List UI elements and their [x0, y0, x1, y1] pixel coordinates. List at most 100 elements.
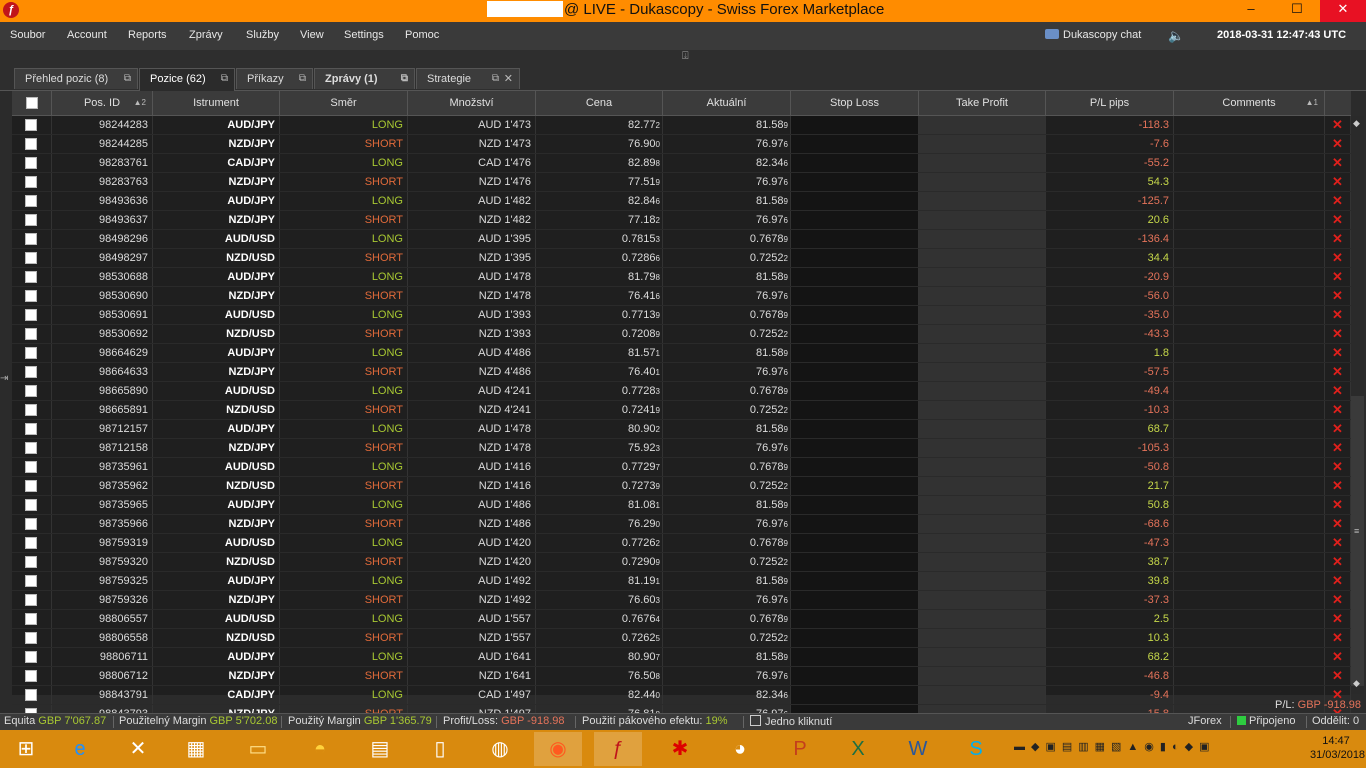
comments-cell[interactable]: [1174, 496, 1325, 514]
row-checkbox[interactable]: [25, 442, 37, 454]
row-checkbox[interactable]: [25, 423, 37, 435]
notepad-icon[interactable]: ▯: [416, 732, 464, 766]
row-checkbox[interactable]: [25, 366, 37, 378]
stop-loss-cell[interactable]: [791, 420, 919, 438]
close-position-icon[interactable]: ✕: [1325, 534, 1351, 552]
expand-left-icon[interactable]: ⇥: [0, 373, 8, 384]
jforex-icon[interactable]: ƒ: [594, 732, 642, 766]
take-profit-cell[interactable]: [919, 325, 1046, 343]
close-position-icon[interactable]: ✕: [1325, 135, 1351, 153]
tab-pozice[interactable]: Pozice (62) ⧉: [139, 68, 235, 91]
paint-icon[interactable]: ◍: [476, 732, 524, 766]
comments-cell[interactable]: [1174, 154, 1325, 172]
row-checkbox[interactable]: [25, 651, 37, 663]
close-position-icon[interactable]: ✕: [1325, 287, 1351, 305]
table-row[interactable]: 98664633 NZD/JPY SHORT NZD 4'486 76.401 76.97…: [12, 363, 1351, 382]
stop-loss-cell[interactable]: [791, 173, 919, 191]
table-row[interactable]: 98735966 NZD/JPY SHORT NZD 1'486 76.290 76.97…: [12, 515, 1351, 534]
row-select[interactable]: [12, 230, 52, 248]
table-row[interactable]: 98665890 AUD/USD LONG AUD 4'241 0.77283 0.767…: [12, 382, 1351, 401]
comments-cell[interactable]: [1174, 439, 1325, 457]
table-row[interactable]: 98712157 AUD/JPY LONG AUD 1'478 80.902 81.589…: [12, 420, 1351, 439]
take-profit-cell[interactable]: [919, 458, 1046, 476]
row-select[interactable]: [12, 154, 52, 172]
comments-cell[interactable]: [1174, 572, 1325, 590]
close-position-icon[interactable]: ✕: [1325, 648, 1351, 666]
header-pos-id[interactable]: Pos. ID ▲2: [52, 91, 153, 115]
close-position-icon[interactable]: ✕: [1325, 439, 1351, 457]
close-position-icon[interactable]: ✕: [1325, 458, 1351, 476]
table-row[interactable]: 98806557 AUD/USD LONG AUD 1'557 0.76764 0.767…: [12, 610, 1351, 629]
select-all-checkbox[interactable]: [25, 97, 38, 109]
close-button[interactable]: ✕: [1320, 0, 1366, 22]
table-row[interactable]: 98806712 NZD/JPY SHORT NZD 1'641 76.508 76.97…: [12, 667, 1351, 686]
close-position-icon[interactable]: ✕: [1325, 591, 1351, 609]
header-current[interactable]: Aktuální: [663, 91, 791, 115]
comments-cell[interactable]: [1174, 610, 1325, 628]
system-tray[interactable]: ▬◆▣▤▥▦▧▲◉▮◐◆▣: [1014, 740, 1215, 753]
close-position-icon[interactable]: ✕: [1325, 154, 1351, 172]
header-comments[interactable]: Comments ▲1: [1174, 91, 1325, 115]
popout-icon[interactable]: ⧉: [124, 69, 131, 89]
comments-cell[interactable]: [1174, 325, 1325, 343]
take-profit-cell[interactable]: [919, 591, 1046, 609]
take-profit-cell[interactable]: [919, 534, 1046, 552]
take-profit-cell[interactable]: [919, 610, 1046, 628]
close-position-icon[interactable]: ✕: [1325, 268, 1351, 286]
tab-prikazy[interactable]: Příkazy ⧉: [236, 68, 313, 89]
header-direction[interactable]: Směr: [280, 91, 408, 115]
word-icon[interactable]: W: [894, 732, 942, 766]
row-checkbox[interactable]: [25, 594, 37, 606]
windows-start-icon[interactable]: ⊞: [2, 732, 50, 766]
close-tab-icon[interactable]: ✕: [504, 69, 513, 89]
close-position-icon[interactable]: ✕: [1325, 572, 1351, 590]
close-position-icon[interactable]: ✕: [1325, 515, 1351, 533]
take-profit-cell[interactable]: [919, 667, 1046, 685]
row-select[interactable]: [12, 344, 52, 362]
menu-account[interactable]: Account: [67, 29, 107, 41]
comments-cell[interactable]: [1174, 135, 1325, 153]
close-position-icon[interactable]: ✕: [1325, 116, 1351, 134]
stop-loss-cell[interactable]: [791, 496, 919, 514]
take-profit-cell[interactable]: [919, 268, 1046, 286]
row-select[interactable]: [12, 192, 52, 210]
close-position-icon[interactable]: ✕: [1325, 477, 1351, 495]
stop-loss-cell[interactable]: [791, 439, 919, 457]
internet-explorer-icon[interactable]: e: [56, 732, 104, 766]
stop-loss-cell[interactable]: [791, 648, 919, 666]
take-profit-cell[interactable]: [919, 116, 1046, 134]
take-profit-cell[interactable]: [919, 629, 1046, 647]
table-row[interactable]: 98735965 AUD/JPY LONG AUD 1'486 81.081 81.589…: [12, 496, 1351, 515]
tab-zpravy[interactable]: Zprávy (1) ⧉: [314, 68, 415, 89]
row-select[interactable]: [12, 534, 52, 552]
row-select[interactable]: [12, 496, 52, 514]
menu-soubor[interactable]: Soubor: [10, 29, 45, 41]
stop-loss-cell[interactable]: [791, 553, 919, 571]
take-profit-cell[interactable]: [919, 648, 1046, 666]
menu-zpravy[interactable]: Zprávy: [189, 29, 223, 41]
close-position-icon[interactable]: ✕: [1325, 401, 1351, 419]
row-checkbox[interactable]: [25, 613, 37, 625]
grip-icon[interactable]: ≡: [1354, 526, 1359, 536]
stop-loss-cell[interactable]: [791, 192, 919, 210]
stop-loss-cell[interactable]: [791, 287, 919, 305]
row-select[interactable]: [12, 325, 52, 343]
row-select[interactable]: [12, 287, 52, 305]
powerpoint-icon[interactable]: P: [776, 732, 824, 766]
close-position-icon[interactable]: ✕: [1325, 249, 1351, 267]
table-row[interactable]: 98530691 AUD/USD LONG AUD 1'393 0.77139 0.767…: [12, 306, 1351, 325]
row-checkbox[interactable]: [25, 670, 37, 682]
take-profit-cell[interactable]: [919, 192, 1046, 210]
close-position-icon[interactable]: ✕: [1325, 496, 1351, 514]
stop-loss-cell[interactable]: [791, 534, 919, 552]
table-row[interactable]: 98283763 NZD/JPY SHORT NZD 1'476 77.519 76.97…: [12, 173, 1351, 192]
row-select[interactable]: [12, 420, 52, 438]
row-checkbox[interactable]: [25, 632, 37, 644]
row-select[interactable]: [12, 667, 52, 685]
row-select[interactable]: [12, 249, 52, 267]
tab-strategie[interactable]: Strategie ⧉ ✕: [416, 68, 520, 89]
take-profit-cell[interactable]: [919, 135, 1046, 153]
header-price[interactable]: Cena: [536, 91, 663, 115]
close-position-icon[interactable]: ✕: [1325, 553, 1351, 571]
scroll-up-icon[interactable]: ◆: [1353, 118, 1360, 129]
